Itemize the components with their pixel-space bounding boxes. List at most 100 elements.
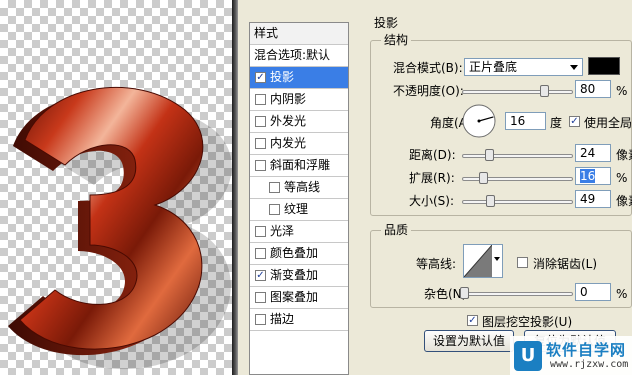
watermark-title: 软件自学网 [546,341,627,359]
distance-unit: 像素 [616,148,632,162]
style-item-label: 渐变叠加 [270,268,319,282]
knockout-label: 图层挖空投影(U) [482,315,573,329]
angle-value: 16 [510,114,526,128]
blend-mode-value: 正片叠底 [469,60,518,74]
styles-header: 样式 [250,23,348,45]
style-item-checkbox[interactable] [255,292,266,303]
set-default-button[interactable]: 设置为默认值 [424,330,514,352]
contour-preview-icon [464,245,492,277]
style-item[interactable]: 图案叠加 [250,287,348,309]
style-item-checkbox[interactable] [255,248,266,259]
opacity-input[interactable]: 80 [575,80,611,98]
distance-slider-track[interactable] [462,154,573,158]
opacity-label: 不透明度(O): [393,84,464,98]
noise-slider-track[interactable] [462,292,573,296]
style-item-label: 外发光 [270,114,307,128]
check-icon: ✓ [468,315,477,326]
style-item-label: 描边 [270,312,295,326]
blend-mode-select[interactable]: 正片叠底 [464,58,583,76]
style-item-checkbox[interactable] [255,160,266,171]
size-slider-track[interactable] [462,200,573,204]
style-item-checkbox[interactable] [255,314,266,325]
style-item-blending-options[interactable]: 混合选项:默认 [250,45,348,67]
style-item[interactable]: ✓ 投影 [250,67,348,89]
spread-unit: % [616,171,628,185]
angle-unit: 度 [550,116,563,130]
style-item-label: 斜面和浮雕 [270,158,331,172]
size-value: 49 [580,192,596,206]
style-item[interactable]: 颜色叠加 [250,243,348,265]
spread-input[interactable]: 16 [575,167,611,185]
opacity-slider-thumb[interactable] [540,85,549,97]
style-item[interactable]: 光泽 [250,221,348,243]
angle-dial[interactable] [461,103,497,139]
style-item-label: 投影 [270,70,295,84]
style-item-checkbox[interactable] [269,182,280,193]
chevron-down-icon [570,65,578,70]
styles-list: 样式 混合选项:默认 ✓ 投影内阴影外发光内发光斜面和浮雕等高线纹理光泽颜色叠加 ✓ 渐… [249,22,349,375]
blend-color-swatch[interactable] [588,57,620,75]
styles-header-label: 样式 [254,26,279,40]
digit-face [19,86,204,350]
style-item-checkbox[interactable] [255,116,266,127]
digit-three-artwork [8,86,232,370]
style-item[interactable]: 内阴影 [250,89,348,111]
style-item-label: 颜色叠加 [270,246,319,260]
drop-shadow-section-title: 投影 [374,16,399,30]
style-item-checkbox[interactable]: ✓ [255,72,266,83]
style-item[interactable]: 内发光 [250,133,348,155]
document-canvas [0,0,232,375]
style-item[interactable]: 纹理 [250,199,348,221]
noise-input[interactable]: 0 [575,283,611,301]
contour-picker[interactable] [463,244,503,278]
size-slider-thumb[interactable] [486,195,495,207]
style-item-checkbox[interactable] [255,94,266,105]
style-item[interactable]: ✓ 渐变叠加 [250,265,348,287]
style-item-label: 内阴影 [270,92,307,106]
quality-group-title: 品质 [381,223,412,237]
contour-label: 等高线: [416,257,457,271]
opacity-value: 80 [580,82,596,96]
style-item-checkbox[interactable] [269,204,280,215]
style-item-checkbox[interactable] [255,226,266,237]
size-label: 大小(S): [409,194,455,208]
angle-input[interactable]: 16 [505,112,546,130]
knockout-checkbox[interactable]: ✓ [467,315,478,326]
spread-slider-thumb[interactable] [479,172,488,184]
spread-value: 16 [580,169,596,183]
global-light-label: 使用全局 [584,116,632,130]
style-item[interactable]: 外发光 [250,111,348,133]
anti-alias-label: 消除锯齿(L) [533,257,598,271]
style-item-checkbox[interactable]: ✓ [255,270,266,281]
chevron-down-icon [494,257,500,261]
style-item[interactable]: 描边 [250,309,348,331]
anti-alias-checkbox[interactable] [517,257,528,268]
distance-value: 24 [580,146,596,160]
style-item-checkbox[interactable] [255,138,266,149]
site-watermark: U 软件自学网 www.rjzxw.com [510,336,632,375]
opacity-slider-track[interactable] [462,90,573,94]
style-item[interactable]: 等高线 [250,177,348,199]
style-item-label: 图案叠加 [270,290,319,304]
distance-label: 距离(D): [409,148,456,162]
noise-slider-thumb[interactable] [460,287,469,299]
check-icon: ✓ [570,116,579,127]
size-unit: 像素 [616,194,632,208]
distance-slider-thumb[interactable] [485,149,494,161]
opacity-unit: % [616,84,628,98]
layer-style-dialog: 样式 混合选项:默认 ✓ 投影内阴影外发光内发光斜面和浮雕等高线纹理光泽颜色叠加 ✓ 渐… [238,0,632,375]
watermark-logo: U [514,341,542,371]
size-input[interactable]: 49 [575,190,611,208]
style-item[interactable]: 斜面和浮雕 [250,155,348,177]
structure-group-title: 结构 [381,33,412,47]
noise-value: 0 [580,285,588,299]
global-light-checkbox[interactable]: ✓ [569,116,580,127]
blend-mode-label: 混合模式(B): [393,61,463,75]
spread-label: 扩展(R): [409,171,455,185]
distance-input[interactable]: 24 [575,144,611,162]
style-item-label: 等高线 [284,180,321,194]
watermark-url: www.rjzxw.com [550,359,629,370]
noise-unit: % [616,287,628,301]
style-item-label: 纹理 [284,202,309,216]
style-item-label: 光泽 [270,224,295,238]
